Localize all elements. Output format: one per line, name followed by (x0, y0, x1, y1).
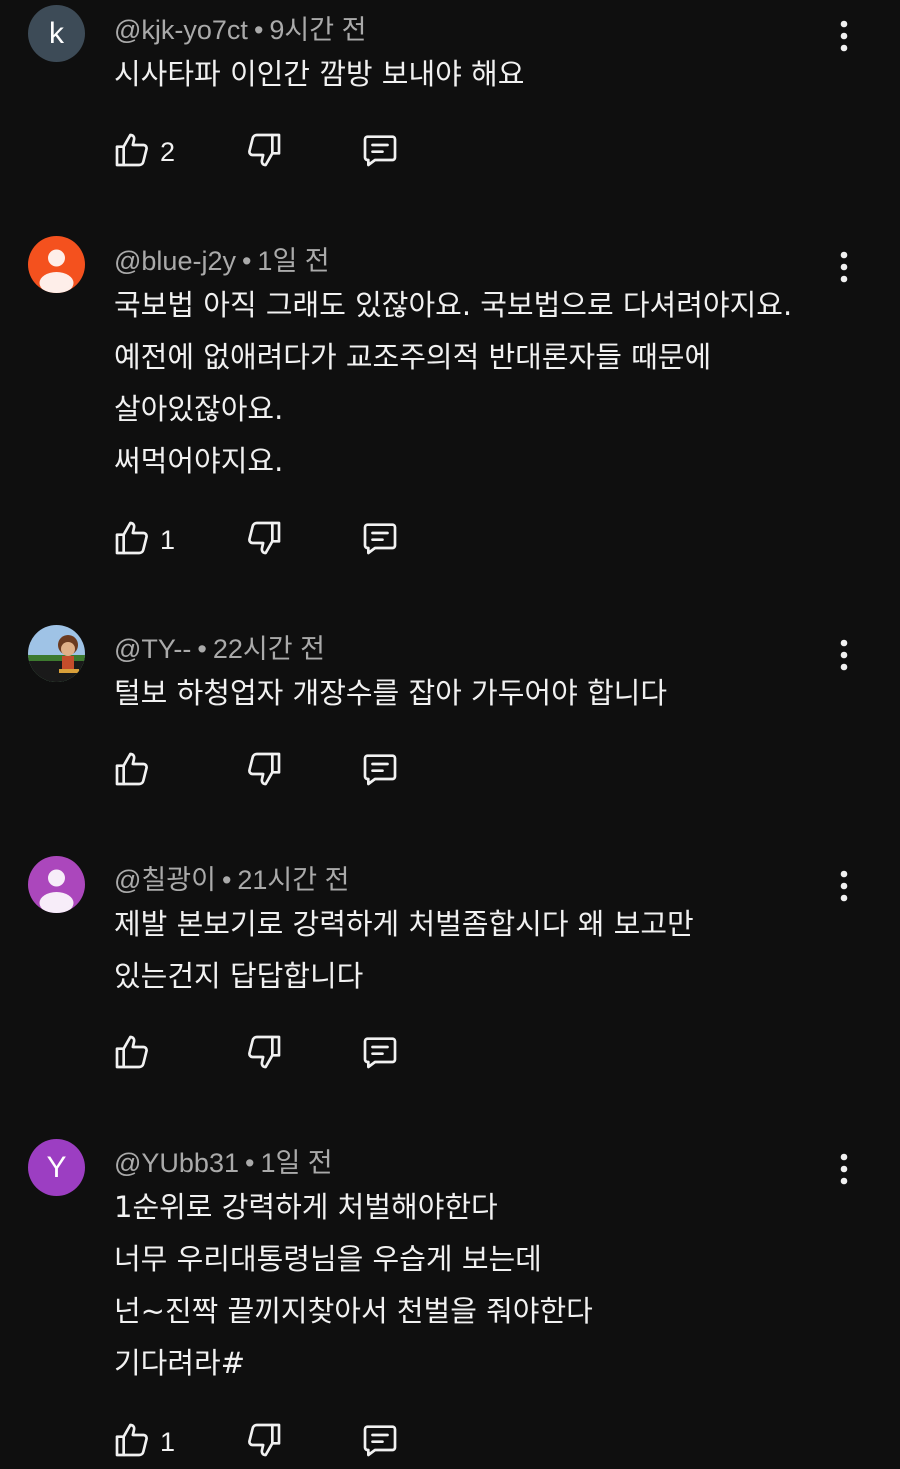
like-count: 1 (160, 1426, 176, 1457)
comment-text: 시사타파 이인간 깜방 보내야 해요 (114, 48, 524, 100)
comment-actions: 1 (112, 518, 412, 562)
comment-meta: @kjk-yo7ct • 9시간 전 (114, 8, 366, 47)
reply-icon (360, 130, 400, 174)
reply-button[interactable] (360, 130, 400, 174)
dislike-button[interactable] (244, 518, 284, 562)
thumbs-down-icon (244, 130, 284, 174)
comment-actions: 1 (112, 1420, 412, 1464)
comment-text-line: 너무 우리대통령님을 우습게 보는데 (114, 1242, 542, 1276)
avatar[interactable] (28, 856, 85, 913)
more-options-icon[interactable] (832, 247, 856, 287)
author-handle[interactable]: @TY-- (114, 634, 191, 664)
comment-text-line: 1순위로 강력하게 처벌해야한다 (114, 1190, 498, 1224)
comment-time[interactable]: 21시간 전 (237, 865, 349, 895)
avatar[interactable]: k (28, 5, 85, 62)
comment-text-line: 예전에 없애려다가 교조주의적 반대론자들 때문에 (114, 340, 712, 374)
avatar[interactable] (28, 625, 85, 682)
comment-meta: @TY-- • 22시간 전 (114, 627, 325, 666)
like-button[interactable]: 1 (112, 518, 175, 562)
author-handle[interactable]: @칠광이 (114, 865, 216, 895)
comment-text-line: 있는건지 답답합니다 (114, 959, 364, 993)
thumbs-down-icon (244, 1420, 284, 1464)
like-count: 2 (160, 136, 176, 167)
avatar[interactable] (28, 236, 85, 293)
author-handle[interactable]: @YUbb31 (114, 1148, 239, 1178)
separator-dot: • (197, 634, 207, 664)
dislike-button[interactable] (244, 130, 284, 174)
thumbs-up-icon (112, 518, 152, 562)
dislike-button[interactable] (244, 749, 284, 793)
comment-text: 털보 하청업자 개장수를 잡아 가두어야 합니다 (114, 667, 667, 719)
comment-text-line: 국보법 아직 그래도 있잖아요. 국보법으로 다셔려야지요. (114, 288, 793, 322)
comment-text-line: 넌~진짝 끝끼지찾아서 천벌을 줘야한다 (114, 1294, 593, 1328)
comment-text-line: 털보 하청업자 개장수를 잡아 가두어야 합니다 (114, 676, 668, 710)
avatar[interactable]: Y (28, 1139, 85, 1196)
separator-dot: • (244, 1148, 255, 1178)
comment-time[interactable]: 1일 전 (260, 1148, 332, 1178)
thumbs-up-icon (112, 1032, 152, 1076)
comment-text-line: 살아있잖아요. (114, 392, 284, 426)
comment-time[interactable]: 1일 전 (257, 246, 329, 276)
more-options-icon[interactable] (832, 635, 856, 675)
dislike-button[interactable] (244, 1420, 284, 1464)
reply-button[interactable] (360, 1420, 400, 1464)
comment-text-line: 기다려라# (114, 1346, 246, 1380)
comment-meta: @blue-j2y • 1일 전 (114, 239, 330, 278)
comment-time[interactable]: 9시간 전 (269, 15, 366, 45)
separator-dot: • (221, 865, 232, 895)
comment-actions: 2 (112, 130, 412, 174)
author-handle[interactable]: @blue-j2y (114, 246, 236, 276)
comment-actions (112, 1032, 412, 1076)
reply-button[interactable] (360, 749, 400, 793)
comment-time[interactable]: 22시간 전 (213, 634, 325, 664)
avatar-letter: Y (46, 1150, 67, 1184)
thumbs-down-icon (244, 518, 284, 562)
dislike-button[interactable] (244, 1032, 284, 1076)
reply-icon (360, 518, 400, 562)
thumbs-down-icon (244, 1032, 284, 1076)
like-button[interactable] (112, 749, 160, 793)
comment-meta: @칠광이 • 21시간 전 (114, 858, 349, 897)
reply-button[interactable] (360, 518, 400, 562)
comment-text-line: 시사타파 이인간 깜방 보내야 해요 (114, 57, 525, 91)
comment-meta: @YUbb31 • 1일 전 (114, 1141, 333, 1180)
like-button[interactable]: 2 (112, 130, 175, 174)
thumbs-up-icon (112, 749, 152, 793)
separator-dot: • (241, 246, 252, 276)
more-options-icon[interactable] (832, 866, 856, 906)
author-handle[interactable]: @kjk-yo7ct (114, 15, 248, 45)
reply-icon (360, 1032, 400, 1076)
more-options-icon[interactable] (832, 16, 856, 56)
separator-dot: • (253, 15, 264, 45)
comment-text-line: 제발 본보기로 강력하게 처벌좀합시다 왜 보고만 (114, 907, 694, 941)
comment-text: 1순위로 강력하게 처벌해야한다너무 우리대통령님을 우습게 보는데넌~진짝 끝… (114, 1181, 593, 1389)
comment-text-line: 써먹어야지요. (114, 444, 284, 478)
thumbs-up-icon (112, 130, 152, 174)
like-button[interactable] (112, 1032, 160, 1076)
reply-icon (360, 749, 400, 793)
reply-icon (360, 1420, 400, 1464)
thumbs-up-icon (112, 1420, 152, 1464)
reply-button[interactable] (360, 1032, 400, 1076)
like-button[interactable]: 1 (112, 1420, 175, 1464)
comment-text: 국보법 아직 그래도 있잖아요. 국보법으로 다셔려야지요. 예전에 없애려다가 … (114, 279, 792, 487)
comment-actions (112, 749, 412, 793)
comment-text: 제발 본보기로 강력하게 처벌좀합시다 왜 보고만있는건지 답답합니다 (114, 898, 694, 1002)
more-options-icon[interactable] (832, 1149, 856, 1189)
avatar-letter: k (49, 16, 64, 50)
like-count: 1 (160, 524, 176, 555)
thumbs-down-icon (244, 749, 284, 793)
